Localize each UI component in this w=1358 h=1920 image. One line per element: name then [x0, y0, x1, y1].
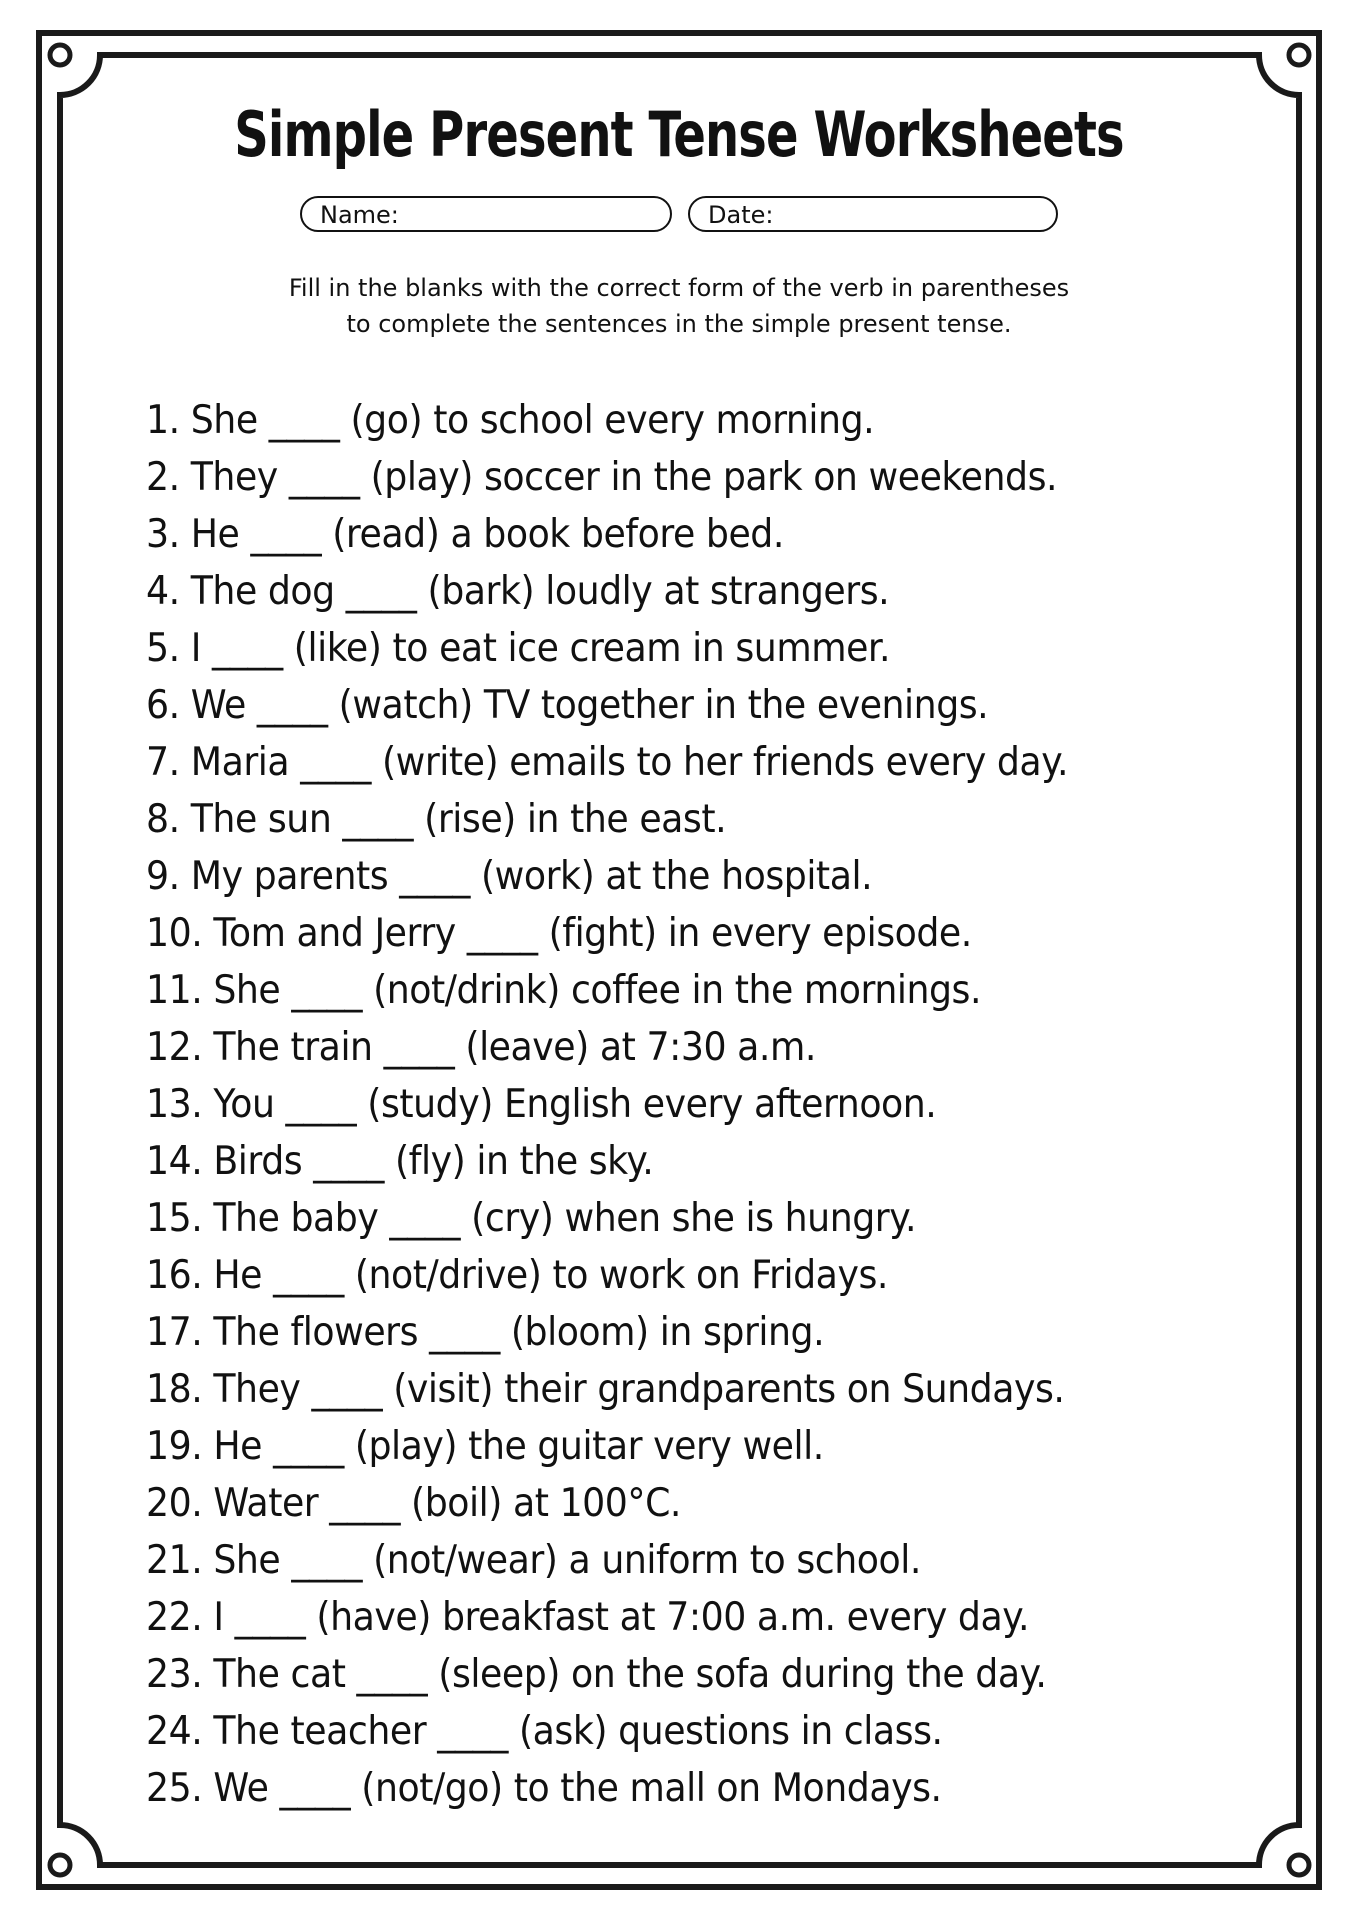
exercise-item: 24. The teacher ____ (ask) questions in …	[146, 1709, 943, 1754]
exercise-item: 11. She ____ (not/drink) coffee in the m…	[146, 968, 982, 1013]
exercise-item: 15. The baby ____ (cry) when she is hung…	[146, 1196, 917, 1241]
exercise-item: 7. Maria ____ (write) emails to her frie…	[146, 740, 1069, 785]
exercise-item: 5. I ____ (like) to eat ice cream in sum…	[146, 626, 891, 671]
exercise-item: 12. The train ____ (leave) at 7:30 a.m.	[146, 1025, 816, 1070]
exercise-item: 19. He ____ (play) the guitar very well.	[146, 1424, 824, 1469]
exercise-item: 17. The flowers ____ (bloom) in spring.	[146, 1310, 825, 1355]
exercise-item: 9. My parents ____ (work) at the hospita…	[146, 854, 873, 899]
corner-circle-icon	[1286, 1852, 1312, 1878]
exercise-item: 25. We ____ (not/go) to the mall on Mond…	[146, 1766, 942, 1811]
worksheet-title: Simple Present Tense Worksheets	[234, 98, 1124, 171]
exercise-item: 20. Water ____ (boil) at 100°C.	[146, 1481, 682, 1526]
corner-circle-icon	[47, 1852, 73, 1878]
exercise-item: 21. She ____ (not/wear) a uniform to sch…	[146, 1538, 921, 1583]
date-label: Date:	[708, 201, 774, 229]
exercise-item: 3. He ____ (read) a book before bed.	[146, 512, 784, 557]
exercise-item: 1. She ____ (go) to school every morning…	[146, 398, 875, 443]
exercise-item: 8. The sun ____ (rise) in the east.	[146, 797, 727, 842]
corner-circle-icon	[47, 42, 73, 68]
exercise-item: 13. You ____ (study) English every after…	[146, 1082, 937, 1127]
name-field[interactable]: Name:	[300, 196, 672, 232]
date-field[interactable]: Date:	[688, 196, 1058, 232]
instructions-line-1: Fill in the blanks with the correct form…	[288, 274, 1070, 302]
exercise-item: 6. We ____ (watch) TV together in the ev…	[146, 683, 989, 728]
exercise-item: 22. I ____ (have) breakfast at 7:00 a.m.…	[146, 1595, 1030, 1640]
instructions-line-2: to complete the sentences in the simple …	[346, 310, 1012, 338]
exercise-item: 4. The dog ____ (bark) loudly at strange…	[146, 569, 890, 614]
exercise-list: 1. She ____ (go) to school every morning…	[146, 392, 1138, 1817]
exercise-item: 23. The cat ____ (sleep) on the sofa dur…	[146, 1652, 1047, 1697]
exercise-item: 14. Birds ____ (fly) in the sky.	[146, 1139, 654, 1184]
exercise-item: 18. They ____ (visit) their grandparents…	[146, 1367, 1065, 1412]
exercise-item: 2. They ____ (play) soccer in the park o…	[146, 455, 1058, 500]
exercise-item: 10. Tom and Jerry ____ (fight) in every …	[146, 911, 972, 956]
name-label: Name:	[320, 201, 399, 229]
corner-circle-icon	[1286, 42, 1312, 68]
exercise-item: 16. He ____ (not/drive) to work on Frida…	[146, 1253, 888, 1298]
